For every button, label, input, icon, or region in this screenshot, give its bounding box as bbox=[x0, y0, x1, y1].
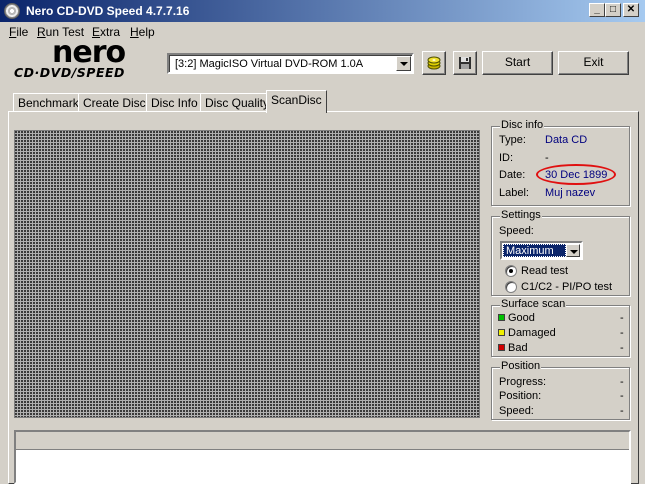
menu-file-rest: ile bbox=[16, 25, 29, 39]
damaged-label: Damaged bbox=[508, 327, 556, 339]
title-bar[interactable]: Nero CD-DVD Speed 4.7.7.16 _ □ ✕ bbox=[0, 0, 645, 22]
start-button-label: Start bbox=[504, 55, 531, 69]
results-log-header bbox=[16, 432, 629, 450]
bad-value: - bbox=[620, 342, 624, 354]
start-button[interactable]: Start bbox=[482, 51, 553, 75]
maximize-button[interactable]: □ bbox=[605, 3, 621, 17]
tab-benchmark[interactable]: Benchmark bbox=[13, 93, 84, 112]
disc-date-value: 30 Dec 1899 bbox=[545, 169, 608, 181]
menu-file[interactable]: File bbox=[9, 25, 28, 39]
drive-select-value: [3:2] MagicISO Virtual DVD-ROM 1.0A bbox=[175, 58, 364, 70]
c1c2-test-label[interactable]: C1/C2 - PI/PO test bbox=[521, 281, 612, 293]
disc-stack-icon bbox=[427, 56, 441, 70]
speed-label: Speed: bbox=[499, 225, 534, 237]
read-test-label[interactable]: Read test bbox=[521, 265, 568, 277]
progress-value: - bbox=[620, 376, 624, 388]
disc-id-value: - bbox=[545, 152, 549, 164]
save-button[interactable] bbox=[453, 51, 477, 75]
cd-dvd-speed-logo: CD·DVD∕SPEED bbox=[14, 65, 125, 80]
position-title: Position bbox=[500, 360, 542, 372]
disc-date-label: Date: bbox=[499, 169, 526, 181]
window-title: Nero CD-DVD Speed 4.7.7.16 bbox=[26, 4, 190, 18]
c1c2-test-radio[interactable] bbox=[505, 281, 517, 293]
exit-button[interactable]: Exit bbox=[558, 51, 629, 75]
good-value: - bbox=[620, 312, 624, 324]
nero-logo: nero bbox=[52, 35, 126, 70]
bad-swatch bbox=[498, 344, 505, 351]
floppy-disk-icon bbox=[459, 57, 471, 69]
disc-label-label: Label: bbox=[499, 187, 529, 199]
disc-type-label: Type: bbox=[499, 134, 526, 146]
exit-button-label: Exit bbox=[583, 55, 604, 69]
damaged-value: - bbox=[620, 327, 624, 339]
surface-scan-map bbox=[14, 130, 480, 418]
results-log[interactable] bbox=[14, 430, 631, 484]
speed-select-value: Maximum bbox=[503, 244, 566, 257]
speed-select[interactable]: Maximum bbox=[500, 241, 583, 260]
good-label: Good bbox=[508, 312, 535, 324]
menu-help[interactable]: Help bbox=[130, 25, 155, 39]
chevron-down-icon[interactable] bbox=[396, 56, 411, 71]
good-swatch bbox=[498, 314, 505, 321]
menu-run-test-mnemonic: R bbox=[37, 25, 46, 39]
disc-info-title: Disc info bbox=[500, 119, 545, 131]
menu-help-mnemonic: H bbox=[130, 25, 139, 39]
chevron-down-icon[interactable] bbox=[566, 244, 580, 257]
surface-scan-title: Surface scan bbox=[500, 298, 567, 310]
read-test-radio[interactable] bbox=[505, 265, 517, 277]
progress-label: Progress: bbox=[499, 376, 547, 388]
refresh-drives-button[interactable] bbox=[422, 51, 446, 75]
tab-scandisc[interactable]: ScanDisc bbox=[266, 90, 327, 113]
menu-help-rest: elp bbox=[138, 25, 155, 39]
minimize-button[interactable]: _ bbox=[589, 3, 605, 17]
position-value: - bbox=[620, 390, 624, 402]
settings-title: Settings bbox=[500, 209, 542, 221]
speed-readout-label: Speed: bbox=[499, 405, 534, 417]
disc-type-value: Data CD bbox=[545, 134, 588, 146]
tab-create-disc[interactable]: Create Disc bbox=[78, 93, 151, 112]
speed-readout-value: - bbox=[620, 405, 624, 417]
drive-select[interactable]: [3:2] MagicISO Virtual DVD-ROM 1.0A bbox=[167, 53, 414, 74]
close-button[interactable]: ✕ bbox=[623, 3, 639, 17]
tab-disc-info[interactable]: Disc Info bbox=[146, 93, 203, 112]
disc-label-value: Muj nazev bbox=[545, 187, 596, 199]
disc-id-label: ID: bbox=[499, 152, 514, 164]
app-disc-icon[interactable] bbox=[4, 3, 20, 19]
position-label: Position: bbox=[499, 390, 542, 402]
tab-disc-quality[interactable]: Disc Quality bbox=[200, 93, 275, 112]
damaged-swatch bbox=[498, 329, 505, 336]
bad-label: Bad bbox=[508, 342, 528, 354]
